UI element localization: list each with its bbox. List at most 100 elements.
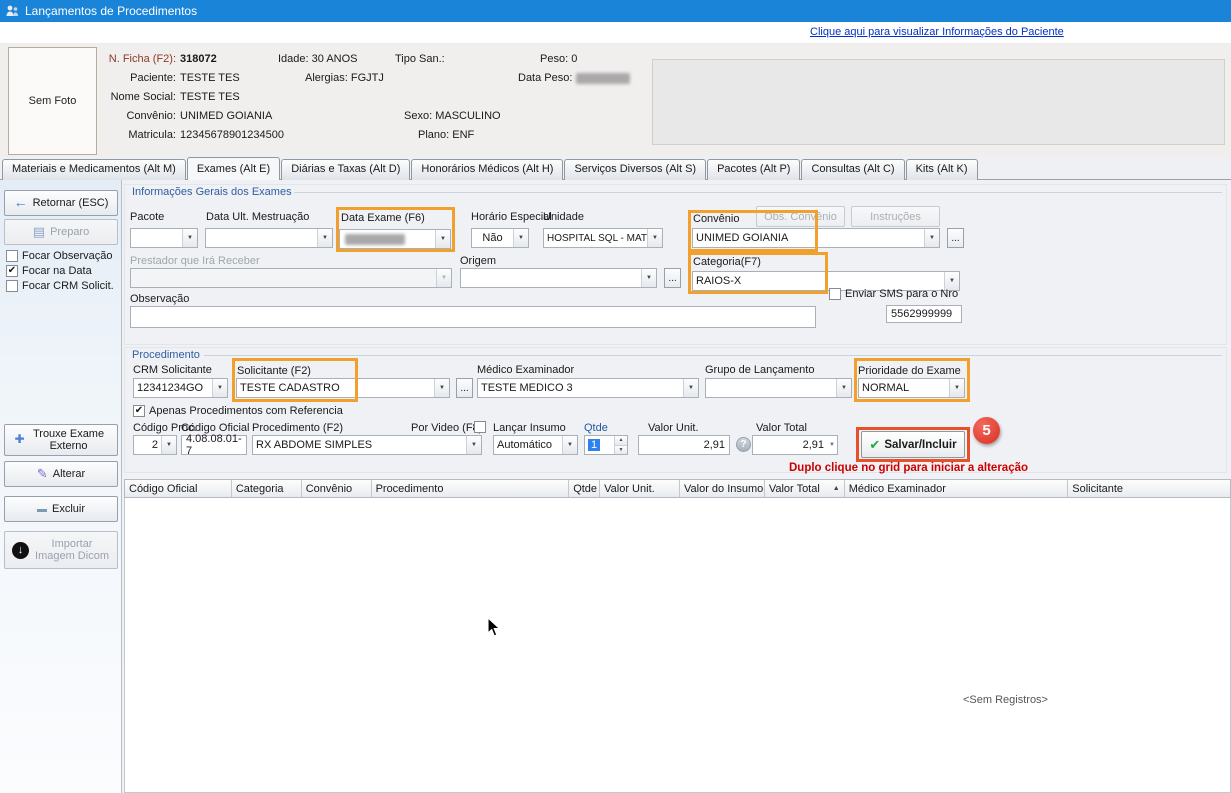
apenas-referencia-checkbox[interactable]: ✔ Apenas Procedimentos com Referencia — [133, 405, 343, 417]
qtde-stepper[interactable]: 1 ▲▼ — [584, 435, 628, 455]
focar-na-data-checkbox[interactable]: ✔ Focar na Data — [6, 265, 92, 277]
chevron-down-icon[interactable]: ▼ — [212, 379, 227, 397]
trouxe-exame-button[interactable]: ✚ Trouxe Exame Externo — [4, 424, 118, 456]
sms-number-input[interactable]: 5562999999 — [886, 305, 962, 323]
alergias-item: Alergias: FGJTJ — [305, 72, 384, 84]
idade-item: Idade: 30 ANOS — [278, 53, 358, 65]
chevron-down-icon[interactable]: ▼ — [836, 379, 851, 397]
codigo-proc-combo[interactable]: 2 ▼ — [133, 435, 177, 455]
origem-combo[interactable]: ▼ — [460, 268, 657, 288]
col-valor-insumo[interactable]: Valor do Insumo — [680, 480, 765, 497]
col-codigo-oficial[interactable]: Código Oficial — [125, 480, 232, 497]
instrucoes-button[interactable]: Instruções — [851, 206, 940, 227]
green-check-icon: ✔ — [869, 437, 880, 453]
tab-kits[interactable]: Kits (Alt K) — [906, 159, 978, 180]
lancar-insumo-combo[interactable]: Automático ▼ — [493, 435, 578, 455]
data-exame-combo[interactable]: ▼ — [339, 229, 451, 249]
tabstrip: Materiais e Medicamentos (Alt M) Exames … — [2, 157, 978, 180]
minus-icon: ▬ — [37, 504, 47, 515]
retornar-button[interactable]: ← Retornar (ESC) — [4, 190, 118, 216]
chevron-down-icon[interactable]: ▼ — [513, 229, 528, 247]
chevron-down-icon[interactable]: ▼ — [641, 269, 656, 287]
chevron-down-icon[interactable]: ▼ — [317, 229, 332, 247]
col-valor-unit[interactable]: Valor Unit. — [600, 480, 680, 497]
focar-observacao-checkbox[interactable]: Focar Observação — [6, 250, 112, 262]
tab-diarias[interactable]: Diárias e Taxas (Alt D) — [281, 159, 410, 180]
chevron-down-icon[interactable]: ▼ — [466, 436, 481, 454]
focar-crm-checkbox[interactable]: Focar CRM Solicit. — [6, 280, 114, 292]
grupo-lancamento-label: Grupo de Lançamento — [705, 364, 814, 376]
paciente-label: Paciente: — [76, 72, 176, 84]
tab-materiais[interactable]: Materiais e Medicamentos (Alt M) — [2, 159, 186, 180]
solicitante-combo[interactable]: TESTE CADASTRO ▼ — [236, 378, 450, 398]
chevron-down-icon[interactable]: ▼ — [562, 436, 577, 454]
col-convenio[interactable]: Convênio — [302, 480, 372, 497]
col-categoria[interactable]: Categoria — [232, 480, 302, 497]
origem-browse-button[interactable]: ... — [664, 268, 681, 288]
tab-consultas[interactable]: Consultas (Alt C) — [801, 159, 904, 180]
sort-asc-icon: ▲ — [831, 485, 840, 492]
chevron-down-icon[interactable]: ▼ — [436, 269, 451, 287]
matricula-label: Matricula: — [76, 129, 176, 141]
horario-especial-label: Horário Especial — [471, 211, 552, 223]
valor-unit-field[interactable]: 2,91 — [638, 435, 730, 455]
col-solicitante[interactable]: Solicitante — [1068, 480, 1230, 497]
salvar-incluir-button[interactable]: ✔ Salvar/Incluir — [861, 431, 965, 458]
obs-convenio-button[interactable]: Obs. Convênio — [756, 206, 845, 227]
codigo-oficial-field[interactable]: 4.08.08.01-7 — [181, 435, 247, 455]
chevron-down-icon[interactable]: ▼ — [924, 229, 939, 247]
tab-pacotes[interactable]: Pacotes (Alt P) — [707, 159, 800, 180]
help-icon[interactable]: ? — [736, 437, 751, 452]
enviar-sms-checkbox[interactable]: Enviar SMS para o Nro — [829, 288, 958, 300]
horario-especial-combo[interactable]: Não ▼ — [471, 228, 529, 248]
col-medico-examinador[interactable]: Médico Examinador — [845, 480, 1069, 497]
chevron-down-icon[interactable]: ▼ — [435, 230, 450, 248]
tab-exames[interactable]: Exames (Alt E) — [187, 157, 280, 180]
col-qtde[interactable]: Qtde — [569, 480, 600, 497]
valor-total-label: Valor Total — [756, 422, 807, 434]
medico-examinador-label: Médico Examinador — [477, 364, 574, 376]
alterar-button[interactable]: ✎ Alterar — [4, 461, 118, 487]
convenio-browse-button[interactable]: ... — [947, 228, 964, 248]
importar-dicom-button[interactable]: ↓ Importar Imagem Dicom — [4, 531, 118, 569]
checkbox-icon — [6, 280, 18, 292]
tab-servicos[interactable]: Serviços Diversos (Alt S) — [564, 159, 706, 180]
step-badge: 5 — [973, 417, 1000, 444]
prioridade-label: Prioridade do Exame — [858, 365, 961, 377]
convenio-combo[interactable]: UNIMED GOIANIA ▼ — [692, 228, 940, 248]
data-ult-combo[interactable]: ▼ — [205, 228, 333, 248]
pacote-combo[interactable]: ▼ — [130, 228, 198, 248]
unidade-combo[interactable]: HOSPITAL SQL - MATRIZ ▼ — [543, 228, 663, 248]
por-video-checkbox[interactable] — [474, 421, 486, 433]
origem-label: Origem — [460, 255, 496, 267]
chevron-down-icon[interactable]: ▼ — [949, 379, 964, 397]
grupo-lancamento-combo[interactable]: ▼ — [705, 378, 852, 398]
chevron-down-icon[interactable]: ▼ — [434, 379, 449, 397]
plano-item: Plano: ENF — [418, 129, 474, 141]
excluir-button[interactable]: ▬ Excluir — [4, 496, 118, 522]
tab-honorarios[interactable]: Honorários Médicos (Alt H) — [411, 159, 563, 180]
col-valor-total[interactable]: Valor Total▲ — [765, 480, 845, 497]
chevron-down-icon[interactable]: ▼ — [161, 436, 176, 454]
patient-info-link[interactable]: Clique aqui para visualizar Informações … — [810, 26, 1064, 38]
chevron-down-icon[interactable]: ▼ — [182, 229, 197, 247]
chevron-down-icon[interactable]: ▼ — [647, 229, 662, 247]
grid-empty-text: <Sem Registros> — [963, 694, 1048, 706]
prioridade-combo[interactable]: NORMAL ▼ — [858, 378, 965, 398]
prestador-combo[interactable]: ▼ — [130, 268, 452, 288]
observacao-input[interactable] — [130, 306, 816, 328]
stepper-arrows[interactable]: ▲▼ — [614, 436, 627, 454]
preparo-button[interactable]: ▤ Preparo — [4, 219, 118, 245]
plus-icon: ✚ — [14, 433, 24, 446]
exames-group-title: Informações Gerais dos Exames — [130, 186, 294, 198]
procedimento-label: Procedimento (F2) — [252, 422, 343, 434]
valor-total-field: 2,91 ▼ — [752, 435, 838, 455]
chevron-down-icon[interactable]: ▼ — [683, 379, 698, 397]
grid-body[interactable] — [124, 498, 1231, 793]
crm-solicitante-combo[interactable]: 12341234GO ▼ — [133, 378, 228, 398]
solicitante-browse-button[interactable]: ... — [456, 378, 473, 398]
col-procedimento[interactable]: Procedimento — [372, 480, 570, 497]
procedimento-combo[interactable]: RX ABDOME SIMPLES ▼ — [252, 435, 482, 455]
convenio-header-value: UNIMED GOIANIA — [180, 110, 272, 122]
medico-examinador-combo[interactable]: TESTE MEDICO 3 ▼ — [477, 378, 699, 398]
